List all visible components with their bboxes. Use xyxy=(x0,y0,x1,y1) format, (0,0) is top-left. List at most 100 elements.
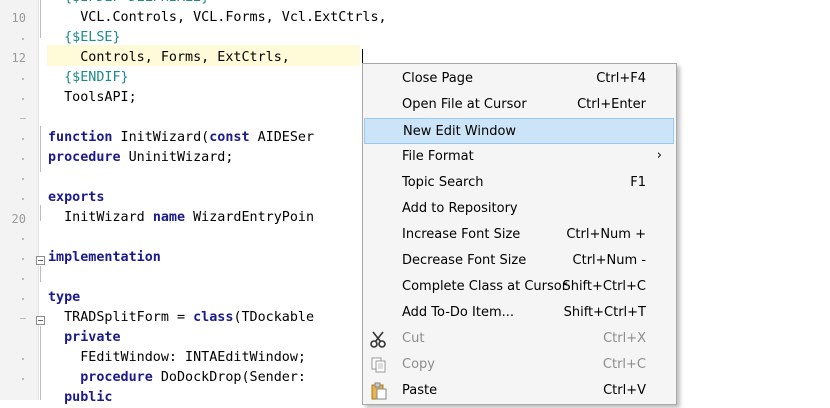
fold-guide-line xyxy=(40,326,41,400)
code-line: ToolsAPI; xyxy=(48,88,137,108)
code-line: private xyxy=(48,328,121,348)
menu-item-open-file-at-cursor[interactable]: Open File at Cursor Ctrl+Enter xyxy=(364,92,674,118)
menu-item-shortcut: Ctrl+C xyxy=(602,357,646,372)
code-token: TRADSplitForm = xyxy=(64,310,194,325)
keyword-token: class xyxy=(193,310,234,325)
gutter-dot xyxy=(22,158,24,160)
code-line: VCL.Controls, VCL.Forms, Vcl.ExtCtrls, xyxy=(48,8,387,28)
line-number: 10 xyxy=(11,11,26,25)
menu-item-label: Cut xyxy=(402,331,425,346)
gutter-dot xyxy=(22,78,24,80)
fold-guide-line xyxy=(40,266,41,282)
keyword-token: procedure xyxy=(80,370,153,385)
menu-item-decrease-font-size[interactable]: Decrease Font Size Ctrl+Num - xyxy=(364,248,674,274)
menu-item-increase-font-size[interactable]: Increase Font Size Ctrl+Num + xyxy=(364,222,674,248)
gutter-dot xyxy=(22,278,24,280)
menu-item-copy[interactable]: Copy Ctrl+C xyxy=(364,352,674,378)
menu-item-shortcut: Shift+Ctrl+T xyxy=(563,305,646,320)
gutter-separator xyxy=(38,0,39,400)
keyword-token: procedure xyxy=(48,150,121,165)
menu-item-label: Increase Font Size xyxy=(402,227,521,242)
fold-toggle-icon[interactable] xyxy=(36,256,45,265)
directive-token: {$ELSE} xyxy=(64,30,121,45)
keyword-token: implementation xyxy=(48,250,161,265)
menu-item-label: Open File at Cursor xyxy=(402,97,527,112)
menu-item-label: Close Page xyxy=(402,71,474,86)
paste-icon xyxy=(370,382,388,400)
keyword-token: name xyxy=(152,210,186,225)
gutter-dot xyxy=(22,178,24,180)
gutter-dot xyxy=(22,38,24,40)
code-line: type xyxy=(48,288,80,308)
code-token: WizardEntryPoin xyxy=(185,210,315,225)
keyword-token: exports xyxy=(48,190,105,205)
menu-item-add-to-do-item[interactable]: Add To-Do Item... Shift+Ctrl+T xyxy=(364,300,674,326)
keyword-token: const xyxy=(209,130,250,145)
code-token: InitWizard xyxy=(64,210,153,225)
menu-item-new-edit-window[interactable]: New Edit Window xyxy=(364,118,674,144)
fold-guide-line xyxy=(40,0,41,38)
code-line: exports xyxy=(48,188,104,208)
submenu-arrow-icon: › xyxy=(656,148,662,163)
menu-item-close-page[interactable]: Close Page Ctrl+F4 xyxy=(364,66,674,92)
fold-guide-line xyxy=(40,205,41,221)
code-token: InitWizard( xyxy=(112,130,210,145)
menu-item-shortcut: Ctrl+Enter xyxy=(577,97,646,112)
line-number: 20 xyxy=(11,212,26,226)
menu-item-shortcut: Ctrl+Num + xyxy=(566,227,646,242)
menu-item-paste[interactable]: Paste Ctrl+V xyxy=(364,378,674,404)
menu-item-label: Decrease Font Size xyxy=(402,253,527,268)
code-token: (TDockable xyxy=(233,310,315,325)
code-line: {$IFDEF DELPHIXE2} xyxy=(48,0,209,8)
gutter-dot xyxy=(22,358,24,360)
menu-item-label: Copy xyxy=(402,357,435,372)
menu-item-file-format[interactable]: File Format › xyxy=(364,144,674,170)
keyword-token: type xyxy=(48,290,81,305)
gutter-dot xyxy=(22,298,24,300)
directive-token: {$IFDEF DELPHIXE2} xyxy=(64,0,209,5)
menu-item-add-to-repository[interactable]: Add to Repository xyxy=(364,196,674,222)
menu-item-shortcut: Ctrl+X xyxy=(603,331,646,346)
keyword-token: function xyxy=(48,130,113,145)
menu-item-label: Paste xyxy=(402,383,438,398)
code-line: FEditWindow: INTAEditWindow; xyxy=(48,348,306,368)
scissors-icon xyxy=(370,330,388,348)
keyword-token: public xyxy=(64,390,113,405)
directive-token: {$ENDIF} xyxy=(64,70,129,85)
gutter-dot xyxy=(22,138,24,140)
code-token: ToolsAPI; xyxy=(64,90,137,105)
menu-item-complete-class-at-cursor[interactable]: Complete Class at Cursor Shift+Ctrl+C xyxy=(364,274,674,300)
menu-item-cut[interactable]: Cut Ctrl+X xyxy=(364,326,674,352)
code-token: DoDockDrop(Sender: xyxy=(152,370,315,385)
code-token: Controls, Forms, ExtCtrls, xyxy=(80,50,290,65)
menu-item-shortcut: Shift+Ctrl+C xyxy=(562,279,646,294)
menu-item-label: Topic Search xyxy=(402,175,484,190)
fold-toggle-icon[interactable] xyxy=(36,316,45,325)
fold-guide-line xyxy=(40,162,41,170)
keyword-token: private xyxy=(64,330,121,345)
menu-item-label: Add To-Do Item... xyxy=(402,305,515,320)
menu-item-shortcut: Ctrl+F4 xyxy=(596,71,646,86)
code-line: procedure UninitWizard; xyxy=(48,148,233,168)
gutter-dash xyxy=(20,318,26,319)
code-line: InitWizard name WizardEntryPoin xyxy=(48,208,314,228)
menu-item-shortcut: Ctrl+Num - xyxy=(572,253,646,268)
menu-item-label: New Edit Window xyxy=(403,124,517,139)
code-line: Controls, Forms, ExtCtrls, xyxy=(48,48,290,68)
gutter-dot xyxy=(22,238,24,240)
code-token: VCL.Controls, VCL.Forms, Vcl.ExtCtrls, xyxy=(80,10,387,25)
code-line: {$ELSE} xyxy=(48,28,121,48)
code-token: FEditWindow: INTAEditWindow; xyxy=(80,350,306,365)
gutter-dot xyxy=(22,258,24,260)
code-line: TRADSplitForm = class(TDockable xyxy=(48,308,314,328)
gutter-dot xyxy=(22,198,24,200)
code-token: UninitWizard; xyxy=(120,150,234,165)
gutter-dot xyxy=(22,378,24,380)
text-caret xyxy=(362,49,363,64)
context-menu: Close Page Ctrl+F4 Open File at Cursor Ctrl… xyxy=(362,63,677,405)
code-token: AIDESer xyxy=(249,130,315,145)
menu-item-topic-search[interactable]: Topic Search F1 xyxy=(364,170,674,196)
menu-item-shortcut: F1 xyxy=(630,175,646,190)
menu-item-label: Complete Class at Cursor xyxy=(402,279,568,294)
gutter-dash xyxy=(20,118,26,119)
